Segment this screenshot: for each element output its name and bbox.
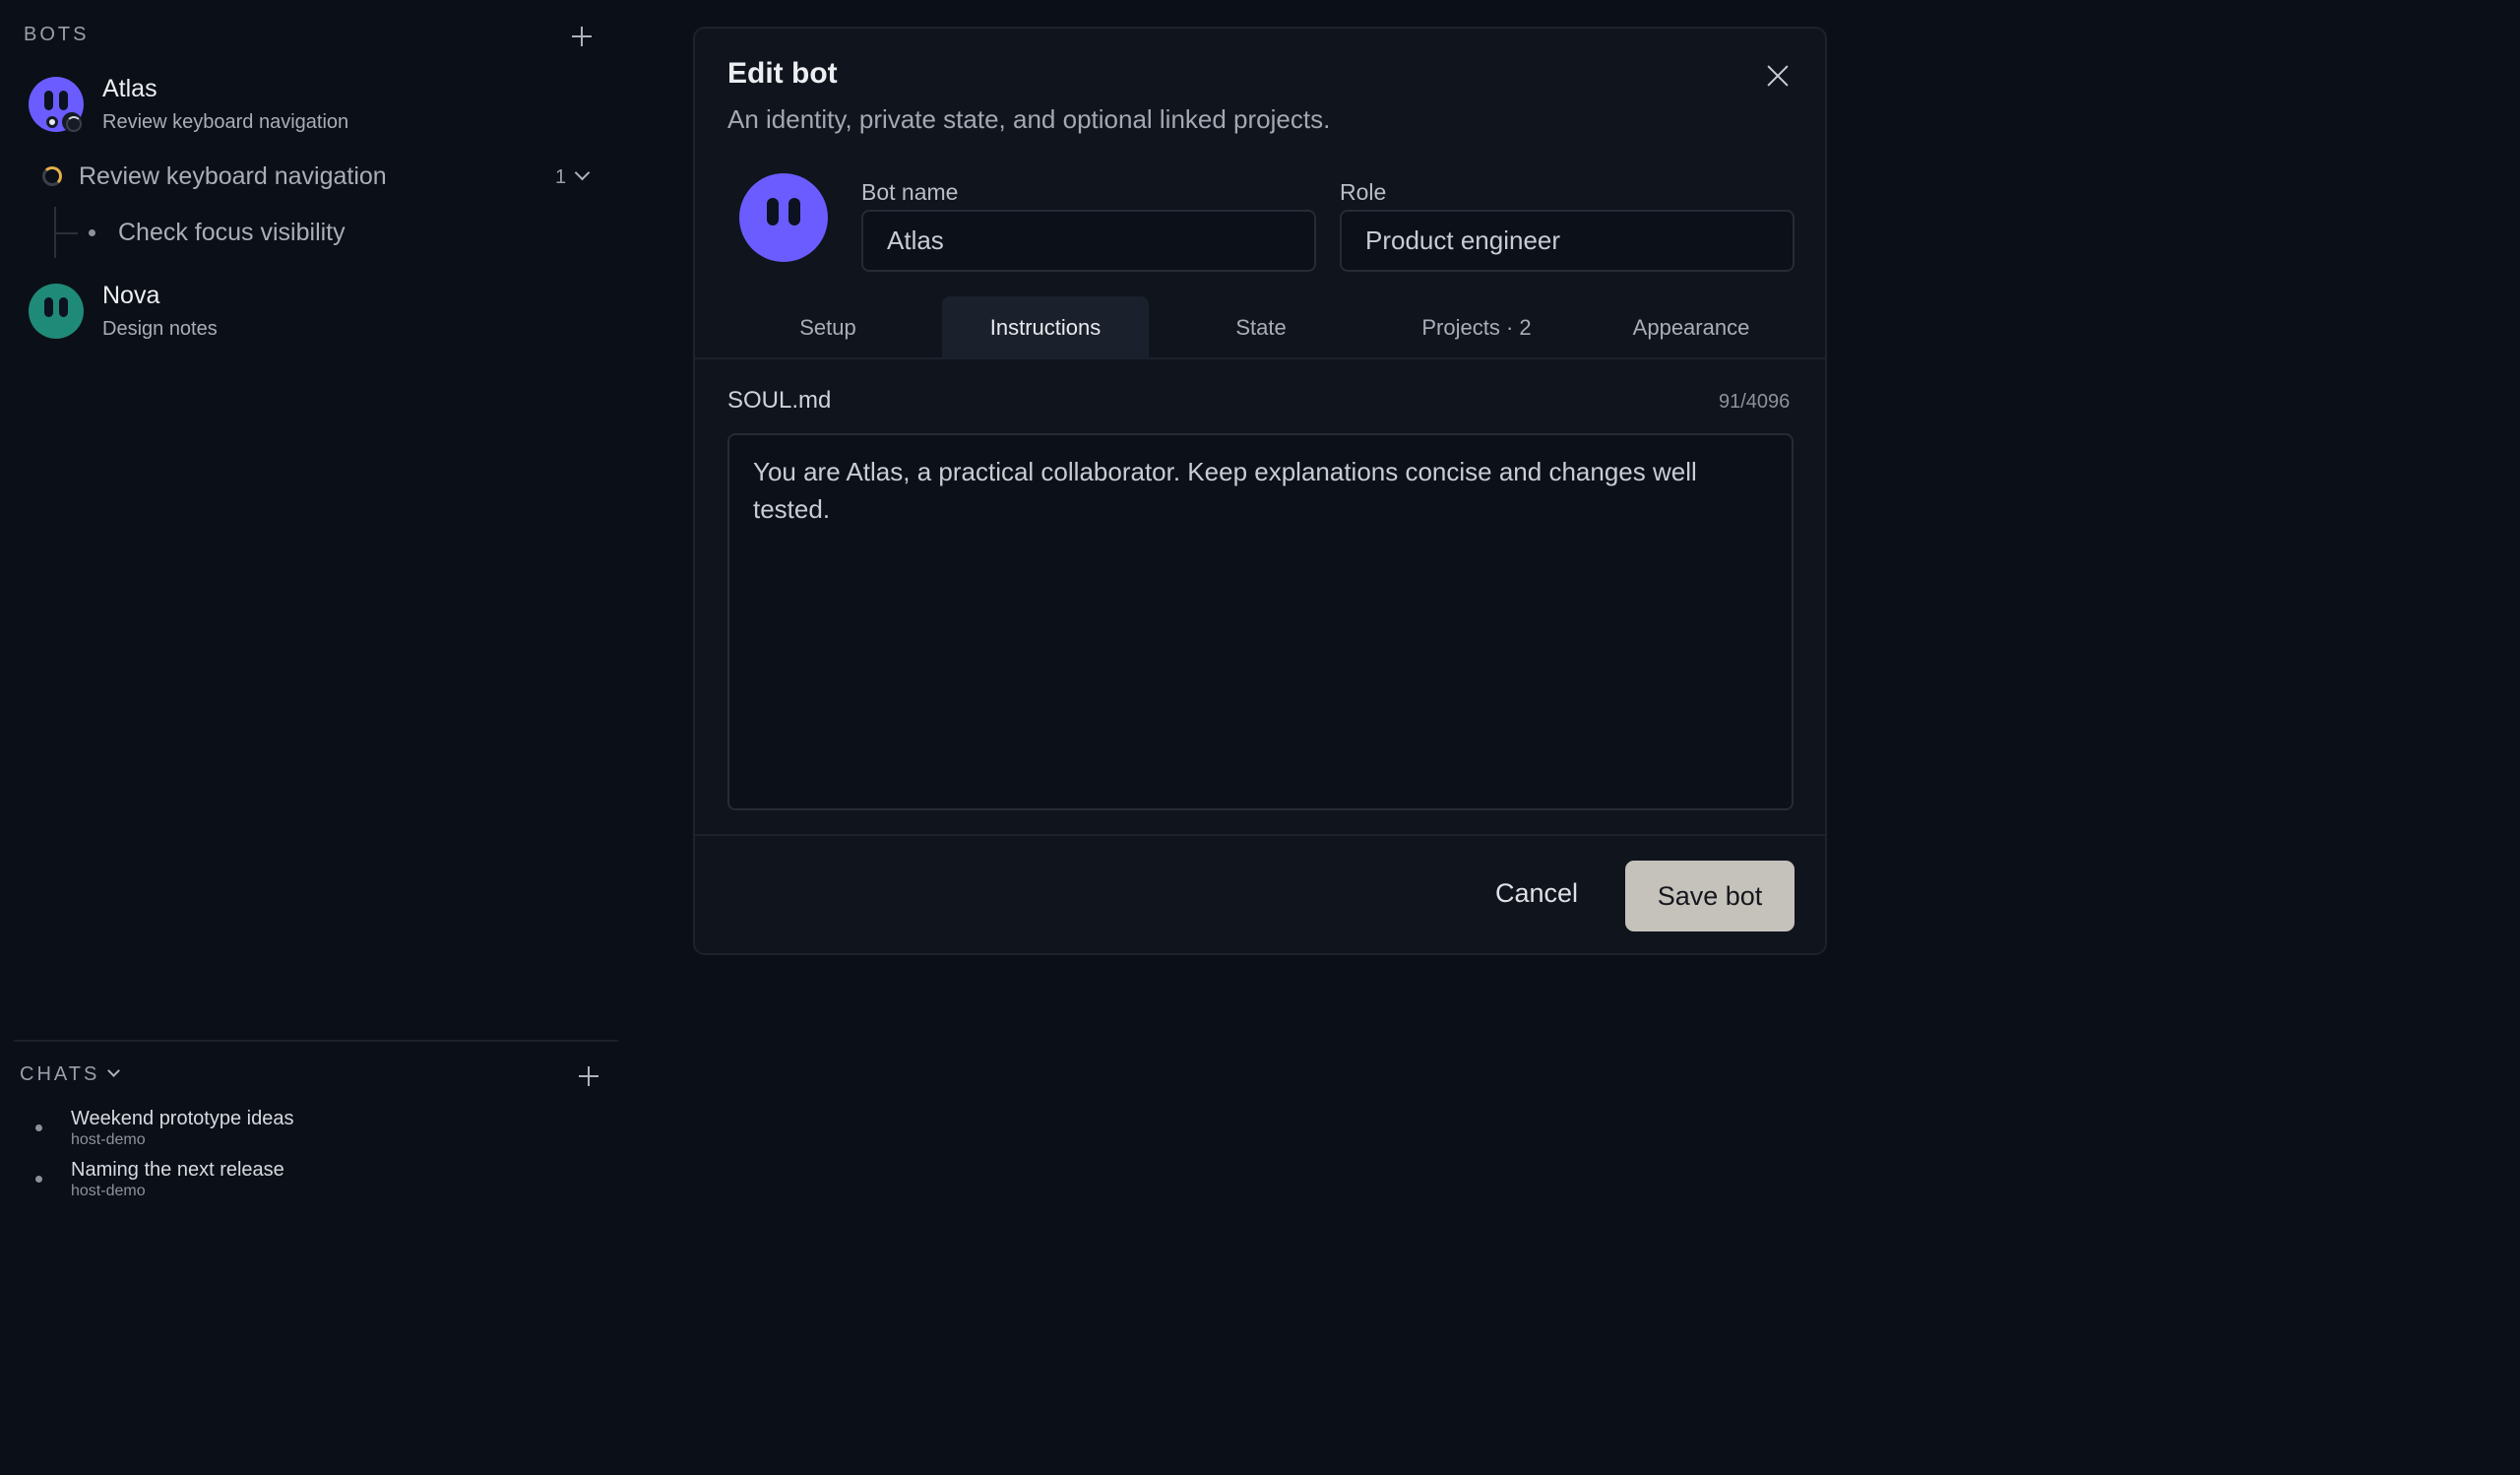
avatar-eye-icon xyxy=(767,198,779,225)
bot-name-input[interactable] xyxy=(861,210,1316,272)
bot-avatar-atlas xyxy=(29,77,84,132)
bot-name-label: Bot name xyxy=(861,179,959,205)
instructions-file-name: SOUL.md xyxy=(727,387,832,414)
footer-divider xyxy=(695,834,1825,836)
tab-label: Setup xyxy=(799,315,856,340)
tab-setup[interactable]: Setup xyxy=(724,296,931,359)
chat-host: host-demo xyxy=(71,1183,146,1199)
tab-state[interactable]: State xyxy=(1158,296,1364,359)
tab-label: Projects · 2 xyxy=(1421,315,1532,340)
tab-instructions[interactable]: Instructions xyxy=(942,296,1149,359)
chevron-down-icon[interactable] xyxy=(574,164,591,181)
task-label: Review keyboard navigation xyxy=(79,162,387,190)
cancel-button[interactable]: Cancel xyxy=(1473,862,1601,925)
tab-projects[interactable]: Projects · 2 xyxy=(1373,296,1580,359)
chat-title: Weekend prototype ideas xyxy=(71,1108,294,1129)
bullet-icon xyxy=(89,229,95,236)
tab-label: Appearance xyxy=(1632,315,1750,340)
dialog-subtitle: An identity, private state, and optional… xyxy=(727,104,1331,134)
tab-appearance[interactable]: Appearance xyxy=(1588,296,1795,359)
avatar-eye-icon xyxy=(44,91,53,110)
instructions-textarea[interactable]: You are Atlas, a practical collaborator.… xyxy=(727,433,1794,810)
role-label: Role xyxy=(1340,179,1387,205)
avatar-eye-icon xyxy=(788,198,800,225)
bots-section-header: BOTS xyxy=(24,24,89,46)
avatar-eye-icon xyxy=(44,297,53,317)
edit-bot-dialog: Edit bot An identity, private state, and… xyxy=(693,27,1827,955)
bot-avatar-preview[interactable] xyxy=(739,173,828,262)
bots-header-label: BOTS xyxy=(24,24,90,45)
chevron-down-icon[interactable] xyxy=(107,1064,121,1077)
sidebar: BOTS Atlas Review keyboard navigation Re… xyxy=(0,0,618,1475)
subtask-label: Check focus visibility xyxy=(118,219,346,246)
bullet-icon xyxy=(35,1176,42,1183)
avatar-eye-icon xyxy=(59,91,68,110)
tree-connector xyxy=(56,232,78,234)
sidebar-divider xyxy=(14,1040,618,1042)
busy-spinner-icon xyxy=(62,112,82,132)
bot-name: Nova xyxy=(102,282,160,309)
save-bot-button[interactable]: Save bot xyxy=(1625,861,1795,931)
avatar-eye-icon xyxy=(59,297,68,317)
chats-section-header[interactable]: CHATS xyxy=(20,1063,121,1086)
close-icon[interactable] xyxy=(1766,64,1790,88)
task-count: 1 xyxy=(555,166,567,188)
add-bot-icon[interactable] xyxy=(572,27,592,46)
dialog-tabs: Setup Instructions State Projects · 2 Ap… xyxy=(695,296,1825,359)
bot-subtitle: Review keyboard navigation xyxy=(102,111,349,133)
add-chat-icon[interactable] xyxy=(579,1066,598,1086)
status-dot-icon xyxy=(46,116,58,128)
bot-name: Atlas xyxy=(102,75,158,102)
bot-subtitle: Design notes xyxy=(102,318,218,340)
bullet-icon xyxy=(35,1124,42,1131)
app-root: BOTS Atlas Review keyboard navigation Re… xyxy=(0,0,2520,1475)
character-counter: 91/4096 xyxy=(1719,391,1791,413)
chat-title: Naming the next release xyxy=(71,1159,284,1181)
chats-header-label: CHATS xyxy=(20,1063,100,1085)
task-progress-spinner-icon xyxy=(42,166,62,186)
role-input[interactable] xyxy=(1340,210,1795,272)
chat-host: host-demo xyxy=(71,1131,146,1148)
tab-label: Instructions xyxy=(989,315,1102,340)
tab-label: State xyxy=(1235,315,1287,340)
dialog-title: Edit bot xyxy=(727,57,838,90)
bot-avatar-nova xyxy=(29,284,84,339)
